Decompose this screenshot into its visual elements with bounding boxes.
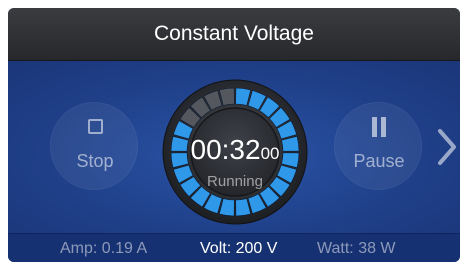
- timer-readout: 00:3200: [162, 134, 308, 166]
- pause-button[interactable]: Pause: [334, 102, 422, 190]
- stop-icon: [88, 119, 103, 134]
- title-bar: Constant Voltage: [8, 8, 460, 61]
- volt-reading: Volt: 200 V: [200, 240, 278, 257]
- chevron-right-icon[interactable]: [436, 125, 458, 169]
- stop-label: Stop: [76, 151, 114, 171]
- pause-label: Pause: [353, 151, 405, 171]
- timer-fraction: 00: [260, 144, 280, 163]
- watt-reading: Watt: 38 W: [317, 240, 396, 257]
- device-screen: Constant Voltage Stop 00:3200 Running Pa…: [8, 8, 460, 262]
- amp-reading: Amp: 0.19 A: [60, 240, 148, 257]
- main-area: Stop 00:3200 Running Pause: [8, 61, 460, 233]
- run-state: Running: [207, 173, 263, 190]
- mode-title: Constant Voltage: [154, 22, 314, 45]
- pause-icon: [370, 117, 388, 137]
- timer-main: 00:32: [190, 134, 261, 165]
- status-bar: Amp: 0.19 A Volt: 200 V Watt: 38 W: [8, 233, 460, 262]
- stop-button[interactable]: Stop: [50, 102, 138, 190]
